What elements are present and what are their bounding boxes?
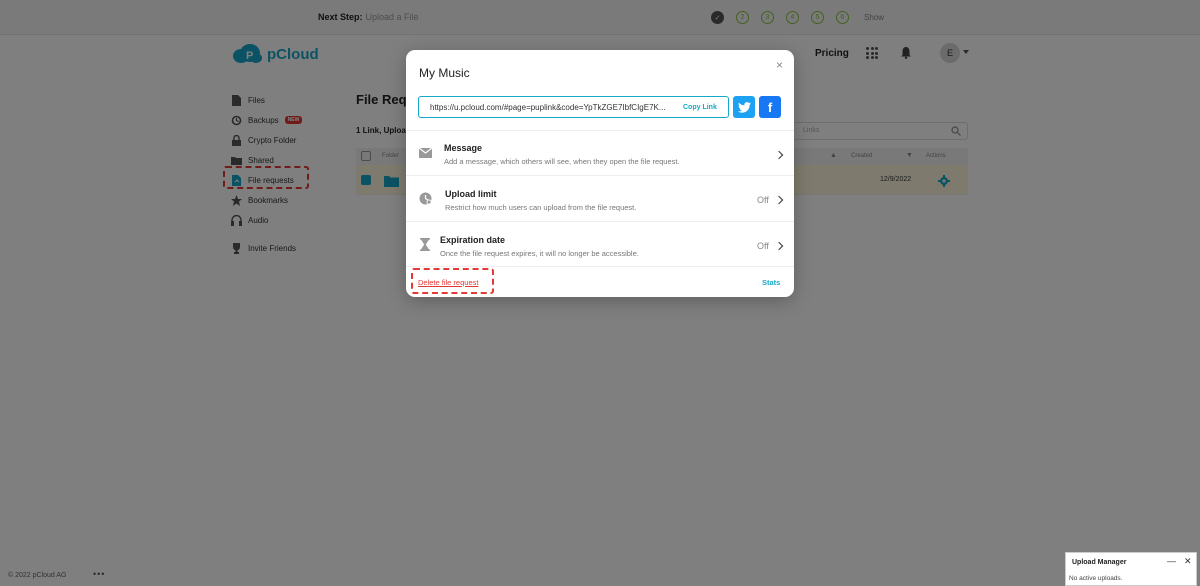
- facebook-share-button[interactable]: f: [759, 96, 781, 118]
- twitter-share-button[interactable]: [733, 96, 755, 118]
- message-option[interactable]: Message Add a message, which others will…: [406, 130, 794, 175]
- message-desc: Add a message, which others will see, wh…: [444, 157, 680, 166]
- upload-limit-icon: [418, 191, 432, 205]
- upload-manager-title: Upload Manager: [1072, 559, 1127, 566]
- modal-footer-divider: [406, 266, 794, 267]
- envelope-icon: [418, 146, 432, 160]
- close-icon[interactable]: ✕: [1184, 556, 1192, 567]
- upload-limit-option[interactable]: Upload limit Restrict how much users can…: [406, 175, 794, 220]
- upload-manager-panel: Upload Manager — ✕ No active uploads.: [1065, 552, 1197, 586]
- upload-limit-title: Upload limit: [445, 189, 497, 199]
- upload-limit-desc: Restrict how much users can upload from …: [445, 203, 637, 212]
- chevron-right-icon: [774, 195, 784, 205]
- chevron-right-icon: [774, 241, 784, 251]
- facebook-icon: f: [767, 99, 773, 115]
- expiration-date-title: Expiration date: [440, 235, 506, 245]
- file-request-modal: My Music × https://u.pcloud.com/#page=pu…: [406, 50, 794, 297]
- modal-title: My Music: [419, 66, 470, 80]
- expiration-date-desc: Once the file request expires, it will n…: [440, 249, 639, 258]
- share-link-field[interactable]: https://u.pcloud.com/#page=puplink&code=…: [418, 96, 729, 118]
- share-link-url[interactable]: https://u.pcloud.com/#page=puplink&code=…: [430, 103, 678, 112]
- copy-link-button[interactable]: Copy Link: [683, 104, 717, 111]
- upload-status-text: No active uploads.: [1069, 575, 1123, 582]
- minimize-icon[interactable]: —: [1167, 556, 1176, 566]
- twitter-icon: [737, 101, 751, 113]
- expiration-date-state: Off: [757, 241, 769, 251]
- close-icon[interactable]: ×: [776, 58, 783, 72]
- stats-link[interactable]: Stats: [762, 278, 780, 287]
- hourglass-icon: [418, 237, 432, 251]
- highlight-delete-file-request: [411, 268, 494, 294]
- upload-limit-state: Off: [757, 195, 769, 205]
- message-title: Message: [444, 143, 483, 153]
- chevron-right-icon: [774, 150, 784, 160]
- expiration-date-option[interactable]: Expiration date Once the file request ex…: [406, 221, 794, 266]
